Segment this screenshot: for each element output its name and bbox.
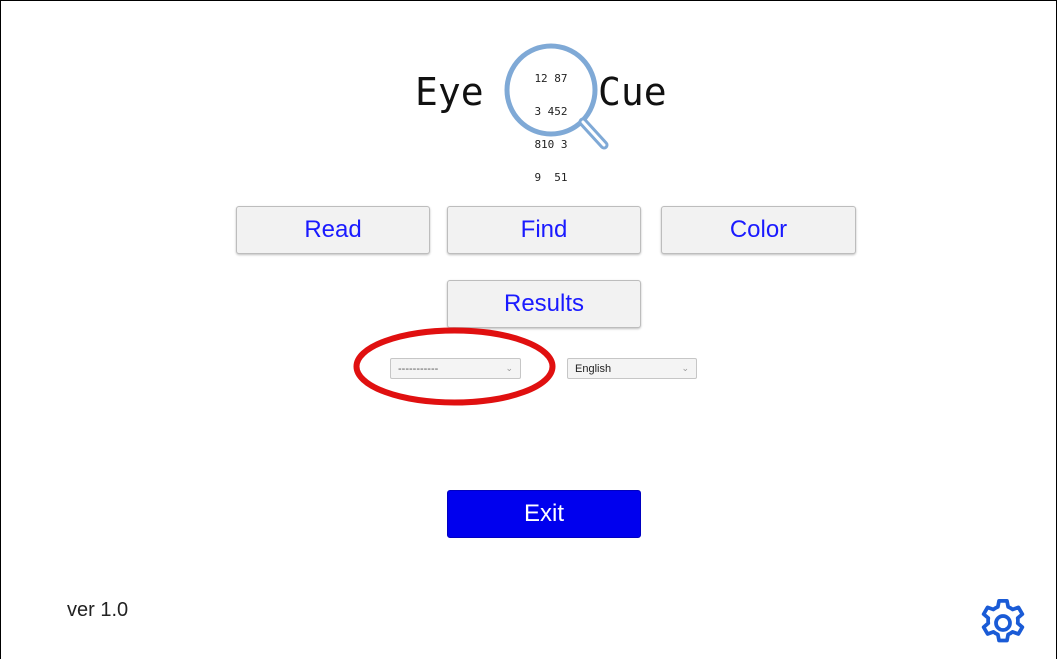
logo-word-eye: Eye bbox=[415, 70, 484, 114]
logo-word-cue: Cue bbox=[598, 70, 667, 114]
exit-button[interactable]: Exit bbox=[447, 490, 641, 538]
language-select-value: English bbox=[575, 362, 612, 375]
find-button[interactable]: Find bbox=[447, 206, 641, 254]
app-window: Eye 12 87 3 452 810 3 9 51 Cue Read Find… bbox=[0, 0, 1057, 659]
lens-digit-line: 9 51 bbox=[534, 171, 568, 184]
gear-icon[interactable] bbox=[975, 595, 1031, 651]
lens-digit-line: 810 3 bbox=[534, 138, 568, 151]
language-select[interactable]: English ⌄ bbox=[567, 358, 697, 379]
lens-digit-line: 12 87 bbox=[534, 72, 568, 85]
highlight-ring-annotation bbox=[353, 327, 556, 406]
lens-digit-line: 3 452 bbox=[534, 105, 568, 118]
version-label: ver 1.0 bbox=[67, 599, 129, 621]
chevron-down-icon: ⌄ bbox=[681, 363, 689, 373]
logo-lens-digits: 12 87 3 452 810 3 9 51 bbox=[510, 51, 592, 205]
read-button[interactable]: Read bbox=[236, 206, 430, 254]
color-button[interactable]: Color bbox=[661, 206, 856, 254]
results-button[interactable]: Results bbox=[447, 280, 641, 328]
